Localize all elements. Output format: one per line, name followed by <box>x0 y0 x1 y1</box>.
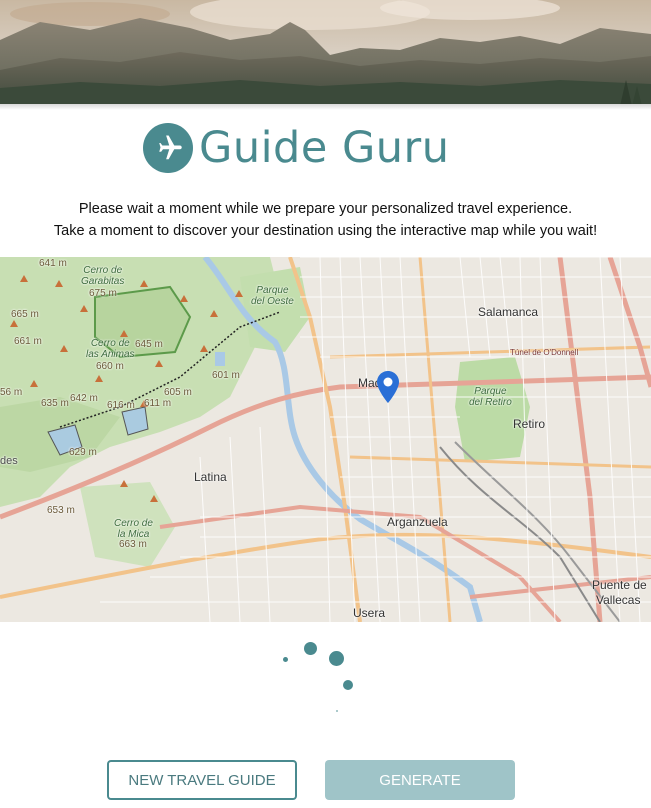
header-banner-image <box>0 0 651 106</box>
map-label-parque-retiro: Parque del Retiro <box>469 386 512 408</box>
map-elevation-642: 642 m <box>70 393 98 404</box>
intro-line-1: Please wait a moment while we prepare yo… <box>78 201 573 217</box>
map-label-des: des <box>0 455 18 467</box>
map-label-arganzuela: Arganzuela <box>387 515 448 529</box>
generate-button[interactable]: GENERATE <box>325 760 515 800</box>
map-elevation-661: 661 m <box>14 336 42 347</box>
map-elevation-56: 56 m <box>0 387 23 398</box>
spinner-dot <box>283 657 288 662</box>
map-tiles[interactable] <box>0 257 651 622</box>
map-elevation-653: 653 m <box>47 505 75 516</box>
map-label-vallecas: Vallecas <box>596 593 641 607</box>
map-elevation-629: 629 m <box>69 447 97 458</box>
logo-badge <box>143 123 193 173</box>
app-title: Guide Guru <box>199 122 450 173</box>
spinner-dot <box>304 642 317 655</box>
map-label-cerro-garabitas: Cerro de Garabitas <box>81 265 125 287</box>
map-elevation-601: 601 m <box>212 370 240 381</box>
map-elevation-605: 605 m <box>164 387 192 398</box>
airplane-icon <box>159 135 182 160</box>
intro-line-2: Take a moment to discover your destinati… <box>53 223 598 239</box>
map-label-retiro: Retiro <box>513 417 546 431</box>
map-elevation-665: 665 m <box>11 309 39 320</box>
map-elevation-660: 660 m <box>96 361 124 372</box>
map-label-tunel-odonnell: Túnel de O'Donnell <box>510 348 579 357</box>
map-elevation-645: 645 m <box>135 339 163 350</box>
map-label-salamanca: Salamanca <box>478 305 539 319</box>
spinner-dot <box>336 710 338 712</box>
banner-shadow <box>0 104 651 110</box>
new-travel-guide-button[interactable]: NEW TRAVEL GUIDE <box>107 760 297 800</box>
map-elevation-641: 641 m <box>39 258 67 269</box>
loading-spinner <box>270 630 370 720</box>
map-label-usera: Usera <box>353 606 386 620</box>
map-elevation-611: 611 m <box>144 398 172 409</box>
interactive-map[interactable]: Madrid Salamanca Retiro Latina Arganzuel… <box>0 257 651 622</box>
map-label-puente-de: Puente de <box>592 578 647 592</box>
map-elevation-675: 675 m <box>89 288 117 299</box>
map-label-parque-oeste: Parque del Oeste <box>251 285 294 307</box>
map-elevation-635: 635 m <box>41 398 69 409</box>
app-logo: Guide Guru <box>143 122 449 174</box>
intro-text: Please wait a moment while we prepare yo… <box>0 198 651 242</box>
spinner-dot <box>329 651 344 666</box>
map-pin-icon[interactable] <box>377 371 399 403</box>
map-elevation-663: 663 m <box>119 539 147 550</box>
map-label-cerro-mica: Cerro de la Mica <box>114 518 153 540</box>
mountain-landscape-image <box>0 0 651 106</box>
spinner-dot <box>343 680 353 690</box>
map-label-latina: Latina <box>194 470 227 484</box>
map-label-cerro-animas: Cerro de las Animas <box>86 338 135 360</box>
map-elevation-616: 616 m <box>107 400 135 411</box>
